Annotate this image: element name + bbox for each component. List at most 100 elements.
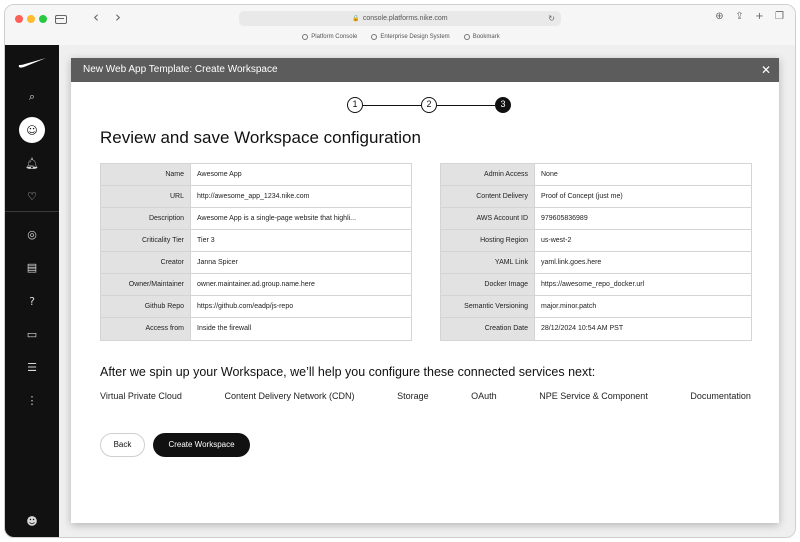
field-value: 28/12/2024 10:54 AM PST <box>541 325 624 332</box>
field-value: major.minor.patch <box>541 303 597 310</box>
modal-header-title: New Web App Template: Create Workspace <box>83 64 278 75</box>
table-row: AWS Account ID 979605836989 <box>441 208 751 230</box>
field-label: Github Repo <box>101 296 191 317</box>
field-value: 979605836989 <box>541 215 588 222</box>
globe-icon <box>371 34 378 40</box>
back-arrow-icon[interactable]: ‹ <box>93 9 99 25</box>
step-2[interactable]: 2 <box>421 97 437 113</box>
user-icon[interactable]: ☺ <box>19 117 45 143</box>
field-value: Tier 3 <box>197 237 215 244</box>
workspace-details-table: Name Awesome App URL http://awesome_app_123… <box>100 163 412 341</box>
help-icon[interactable]: ? <box>22 291 42 311</box>
bookmark-label: Enterprise Design System <box>380 34 450 40</box>
services-list: Virtual Private Cloud Content Delivery Ne… <box>100 391 751 401</box>
profile-icon[interactable]: ☻ <box>22 511 42 531</box>
share-icon[interactable]: ⇪ <box>734 11 745 22</box>
maximize-window-button[interactable] <box>39 15 47 23</box>
field-value: Proof of Concept (just me) <box>541 193 623 200</box>
bookmark-platform-console[interactable]: Platform Console <box>302 31 357 43</box>
bookmark-enterprise-design-system[interactable]: Enterprise Design System <box>371 31 450 43</box>
field-label: Creation Date <box>441 318 535 340</box>
field-value: owner.maintainer.ad.group.name.here <box>197 281 315 288</box>
step-3[interactable]: 3 <box>495 97 511 113</box>
field-value: us-west-2 <box>541 237 572 244</box>
reload-icon[interactable]: ↻ <box>548 11 555 26</box>
field-value: Awesome App <box>197 171 242 178</box>
sidebar-divider <box>5 211 59 212</box>
step-1[interactable]: 1 <box>347 97 363 113</box>
field-label: AWS Account ID <box>441 208 535 229</box>
back-button[interactable]: Back <box>100 433 145 457</box>
service-item: Virtual Private Cloud <box>100 391 182 401</box>
field-value: Awesome App is a single-page website tha… <box>197 215 357 222</box>
create-workspace-modal: New Web App Template: Create Workspace ✕… <box>71 58 779 523</box>
tabs-overview-icon[interactable]: ❐ <box>774 11 785 22</box>
field-label: URL <box>101 186 191 207</box>
field-label: Content Delivery <box>441 186 535 207</box>
field-label: Docker Image <box>441 274 535 295</box>
list-icon[interactable]: ☰ <box>22 357 42 377</box>
close-window-button[interactable] <box>15 15 23 23</box>
service-item: OAuth <box>471 391 497 401</box>
table-row: URL http://awesome_app_1234.nike.com <box>101 186 411 208</box>
table-row: Criticality Tier Tier 3 <box>101 230 411 252</box>
heart-icon[interactable]: ♡ <box>22 186 42 206</box>
modal-header: New Web App Template: Create Workspace ✕ <box>71 58 779 82</box>
field-label: Creator <box>101 252 191 273</box>
close-icon[interactable]: ✕ <box>761 58 771 82</box>
field-label: Hosting Region <box>441 230 535 251</box>
service-item: Storage <box>397 391 429 401</box>
search-icon[interactable]: ⌕ <box>22 87 42 107</box>
service-item: Documentation <box>690 391 751 401</box>
field-value: https://awesome_repo_docker.url <box>541 281 645 288</box>
table-row: Admin Access None <box>441 164 751 186</box>
compass-icon[interactable]: ◎ <box>22 224 42 244</box>
table-row: Creation Date 28/12/2024 10:54 AM PST <box>441 318 751 340</box>
table-row: Github Repo https://github.com/eadp/js-re… <box>101 296 411 318</box>
browser-window: ‹ › 🔒 console.platforms.nike.com ↻ ⊕ ⇪ + … <box>4 4 796 538</box>
bookmarks-bar: Platform Console Enterprise Design Syste… <box>5 31 795 43</box>
service-item: Content Delivery Network (CDN) <box>224 391 355 401</box>
document-icon[interactable]: ▤ <box>22 257 42 277</box>
field-label: Name <box>101 164 191 185</box>
field-label: Owner/Maintainer <box>101 274 191 295</box>
browser-actions: ⊕ ⇪ + ❐ <box>714 11 785 22</box>
table-row: Access from Inside the firewall <box>101 318 411 340</box>
step-connector <box>363 104 421 106</box>
chat-icon[interactable]: ▭ <box>22 324 42 344</box>
more-icon[interactable]: ⋮ <box>22 390 42 410</box>
lock-icon: 🔒 <box>352 16 360 22</box>
field-value: http://awesome_app_1234.nike.com <box>197 193 310 200</box>
table-row: Semantic Versioning major.minor.patch <box>441 296 751 318</box>
globe-icon <box>302 34 309 40</box>
bell-icon[interactable]: 🔔︎ <box>22 153 42 173</box>
field-value: Janna Spicer <box>197 259 238 266</box>
field-value: Inside the firewall <box>197 325 252 332</box>
field-value: yaml.link.goes.here <box>541 259 602 266</box>
nike-swoosh-logo[interactable] <box>17 55 47 69</box>
forward-arrow-icon[interactable]: › <box>115 9 121 25</box>
field-label: Access from <box>101 318 191 340</box>
deployment-details-table: Admin Access None Content Delivery Proof of… <box>440 163 752 341</box>
field-value: None <box>541 171 558 178</box>
url-text: console.platforms.nike.com <box>362 15 448 22</box>
address-bar[interactable]: 🔒 console.platforms.nike.com ↻ <box>239 11 561 26</box>
table-row: Description Awesome App is a single-page … <box>101 208 411 230</box>
download-icon[interactable]: ⊕ <box>714 11 725 22</box>
bookmark-generic[interactable]: Bookmark <box>463 31 500 43</box>
table-row: Content Delivery Proof of Concept (just m… <box>441 186 751 208</box>
bookmark-label: Bookmark <box>472 34 500 40</box>
sidebar-toggle-icon[interactable] <box>55 15 67 24</box>
table-row: Creator Janna Spicer <box>101 252 411 274</box>
field-label: Description <box>101 208 191 229</box>
app-sidebar: ⌕ ☺ 🔔︎ ♡ ◎ ▤ ? ▭ ☰ ⋮ ☻ <box>5 45 59 537</box>
create-workspace-button[interactable]: Create Workspace <box>153 433 250 457</box>
table-row: Owner/Maintainer owner.maintainer.ad.grou… <box>101 274 411 296</box>
step-connector <box>437 104 495 106</box>
new-tab-icon[interactable]: + <box>754 11 765 22</box>
table-row: Hosting Region us-west-2 <box>441 230 751 252</box>
service-item: NPE Service & Component <box>539 391 648 401</box>
minimize-window-button[interactable] <box>27 15 35 23</box>
field-label: Admin Access <box>441 164 535 185</box>
browser-chrome: ‹ › 🔒 console.platforms.nike.com ↻ ⊕ ⇪ + … <box>5 5 795 45</box>
